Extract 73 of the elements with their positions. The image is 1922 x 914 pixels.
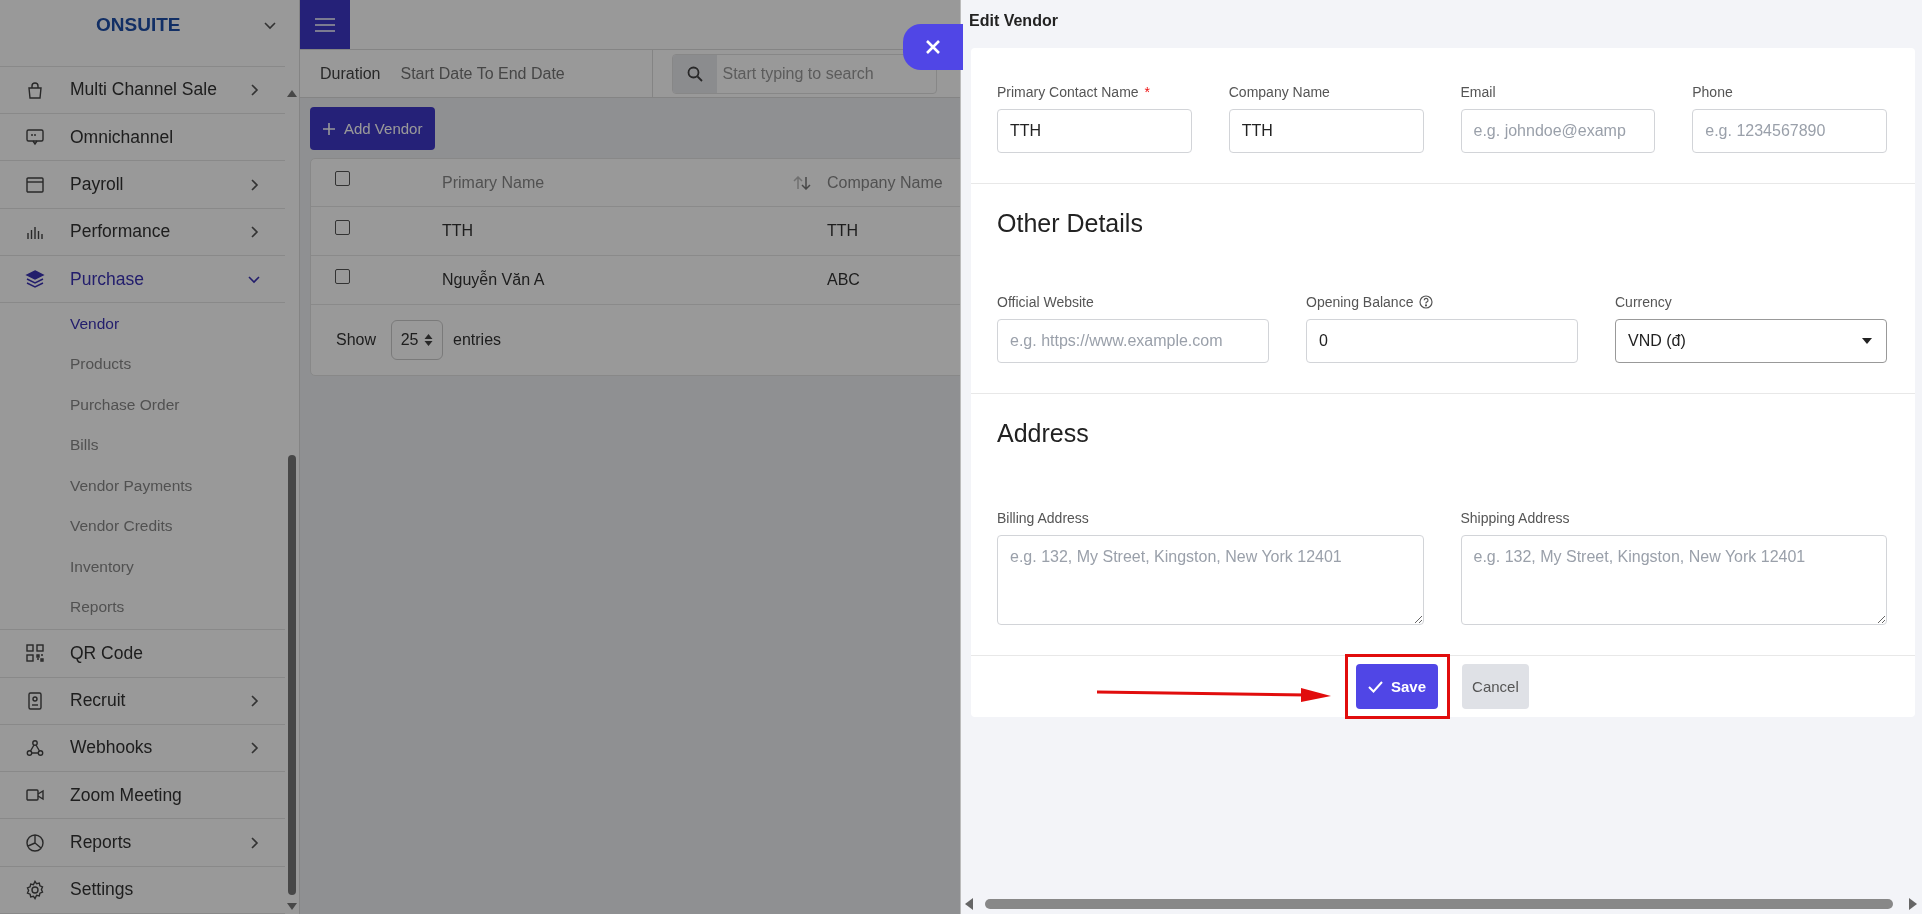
chat-icon [25,127,45,148]
field-label: Currency [1615,294,1672,310]
input-field[interactable]: e.g. 1234567890 [1692,109,1887,153]
textarea-field[interactable]: e.g. 132, My Street, Kingston, New York 12401 [997,535,1424,625]
input-field[interactable]: TTH [1228,109,1424,153]
scrollbar[interactable] [963,896,1919,912]
field-label: Shipping Address [1460,510,1570,526]
sidebar-item[interactable]: Reports [0,819,285,867]
sidebar-item[interactable]: Recruit [0,677,285,725]
close-button[interactable] [903,24,963,70]
table-cell-text: TTH [826,222,859,240]
field-label: Primary Contact Name [997,84,1139,100]
webhook-icon [25,738,45,758]
add-vendor-button[interactable]: Add Vendor [310,107,436,150]
entries-label: entries [453,331,502,349]
field-label: Email [1460,84,1496,100]
field-label: Official Website [997,294,1094,310]
currency-select[interactable]: VND (đ) [1615,319,1887,363]
plus-icon [323,122,335,135]
sidebar-item[interactable]: Zoom Meeting [0,772,285,820]
field-label: Billing Address [997,510,1089,526]
show-label: Show [336,331,377,349]
close-icon [925,39,941,55]
layers-icon [25,269,45,290]
save-button[interactable]: Save [1356,664,1439,709]
search-input[interactable]: Start typing to search [717,64,937,83]
help-icon[interactable] [1419,295,1434,309]
brand-logo[interactable]: ONSUITE [96,14,181,36]
page-size-select[interactable]: 25 [391,320,444,360]
menu-icon [315,16,335,33]
input-field[interactable]: TTH [997,109,1192,153]
search-field[interactable]: Start typing to search [672,53,938,94]
id-badge-icon [25,690,45,711]
qr-code-icon [25,643,45,664]
caret-icon [1862,338,1872,344]
checkbox[interactable] [335,171,350,186]
sort-icon[interactable] [793,175,811,190]
search-icon [687,65,704,82]
field-label: Opening Balance [1306,294,1414,310]
table-cell: TTH [442,222,474,240]
submenu-item[interactable]: Vendor [0,303,285,344]
sidebar-item[interactable]: Omnichannel [0,114,285,162]
window-icon [25,174,45,195]
date-range-field[interactable]: Start Date To End Date [400,64,631,83]
drawer-title: Edit Vendor [968,11,1059,31]
settings-icon [25,879,45,900]
sidebar-item[interactable]: Settings [0,866,285,914]
input-field[interactable]: e.g. johndoe@examp [1460,109,1656,153]
sidebar-item[interactable]: Performance [0,208,285,256]
check-icon [1368,680,1383,693]
field-label: Company Name [1228,84,1330,100]
sidebar-item[interactable]: Webhooks [0,724,285,773]
sort-arrows-icon [424,333,434,347]
table-cell-text: ABC [826,271,860,289]
required-mark: * [1144,84,1151,100]
bag-icon [25,79,45,100]
pie-chart-icon [25,832,45,853]
textarea-field[interactable]: e.g. 132, My Street, Kingston, New York 12401 [1460,535,1887,625]
checkbox[interactable] [335,219,350,235]
table-cell: Nguyễn Văn A [442,271,545,289]
sidebar-item[interactable]: Purchase [0,255,285,304]
checkbox[interactable] [335,268,350,284]
section-heading: Other Details [997,208,1144,238]
field-label: Phone [1692,84,1733,100]
sidebar-item[interactable]: Payroll [0,161,285,209]
sidebar-item[interactable]: QR Code [0,630,285,678]
input-field[interactable]: 0 [1306,319,1578,363]
section-heading: Address [997,418,1090,448]
menu-button[interactable] [300,0,350,49]
sidebar-item[interactable]: Multi Channel Sale [0,66,285,115]
duration-label: Duration [319,64,381,83]
input-field[interactable]: e.g. https://www.example.com [997,319,1269,363]
cancel-button[interactable]: Cancel [1462,664,1529,709]
